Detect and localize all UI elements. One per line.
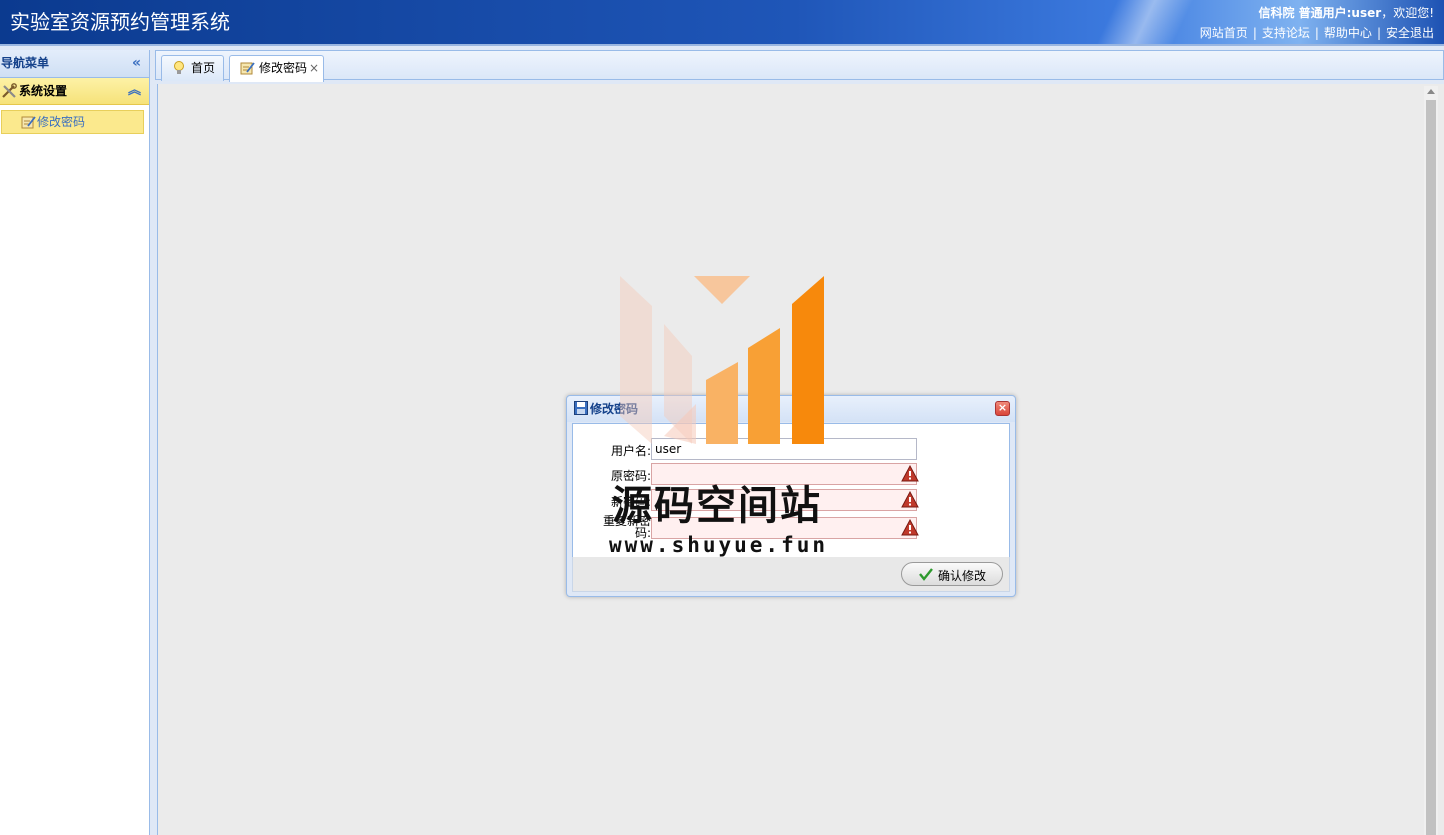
save-icon <box>574 401 588 415</box>
scrollbar-thumb[interactable] <box>1426 100 1436 835</box>
tab-home[interactable]: 首页 <box>161 55 224 81</box>
sidebar-group-system-settings[interactable]: 系统设置 ︽ <box>0 78 149 105</box>
watermark-logo <box>620 276 824 444</box>
watermark-text: 源码空间站 <box>612 483 822 529</box>
username-label: 用户名: <box>610 444 651 458</box>
double-chevron-left-icon[interactable]: « <box>132 50 141 77</box>
confirm-button-label: 确认修改 <box>938 569 987 583</box>
sidebar-title: 导航菜单 <box>1 56 50 70</box>
link-forum[interactable]: 支持论坛 <box>1262 26 1310 40</box>
edit-doc-icon <box>240 62 255 75</box>
link-logout[interactable]: 安全退出 <box>1386 26 1434 40</box>
double-chevron-up-icon[interactable]: ︽ <box>128 78 141 104</box>
link-separator: | <box>1314 26 1319 40</box>
watermark-url: www.shuyue.fun <box>609 533 829 557</box>
tab-bar: 首页 修改密码 × <box>155 50 1444 82</box>
warning-icon <box>901 519 919 536</box>
warning-icon <box>901 491 919 508</box>
dialog-footer: 确认修改 <box>572 557 1010 592</box>
close-icon[interactable]: × <box>995 401 1010 416</box>
app-title: 实验室资源预约管理系统 <box>10 10 230 34</box>
check-icon <box>919 568 933 581</box>
warning-icon <box>901 465 919 482</box>
sidebar-title-bar: 导航菜单 « <box>0 50 149 78</box>
tab-label: 首页 <box>191 61 216 75</box>
sidebar-item-label: 修改密码 <box>37 115 86 129</box>
top-links: 网站首页 | 支持论坛 | 帮助中心 | 安全退出 <box>1200 24 1434 41</box>
user-greeting: 信科院 普通用户:user，欢迎您! <box>1258 4 1434 21</box>
sidebar-group-label: 系统设置 <box>19 84 68 98</box>
tools-icon <box>2 83 17 98</box>
lightbulb-icon <box>174 61 184 74</box>
welcome-text: ，欢迎您! <box>1381 6 1434 20</box>
vertical-scrollbar[interactable] <box>1424 86 1438 835</box>
tab-change-password[interactable]: 修改密码 × <box>229 55 324 82</box>
user-name: 信科院 普通用户:user <box>1258 6 1382 20</box>
sidebar-item-change-password[interactable]: 修改密码 <box>1 110 144 134</box>
tab-label: 修改密码 <box>259 61 308 75</box>
edit-doc-icon <box>21 116 36 129</box>
link-separator: | <box>1252 26 1257 40</box>
navigation-sidebar: 导航菜单 « 系统设置 ︽ 修改密码 <box>0 50 150 835</box>
link-home-site[interactable]: 网站首页 <box>1200 26 1248 40</box>
app-header: 实验室资源预约管理系统 信科院 普通用户:user，欢迎您! 网站首页 | 支持论坛… <box>0 0 1444 46</box>
tab-close-icon[interactable]: × <box>309 56 319 80</box>
link-separator: | <box>1376 26 1381 40</box>
scroll-up-arrow-icon[interactable] <box>1427 89 1435 94</box>
link-help[interactable]: 帮助中心 <box>1324 26 1372 40</box>
confirm-change-button[interactable]: 确认修改 <box>901 562 1003 586</box>
